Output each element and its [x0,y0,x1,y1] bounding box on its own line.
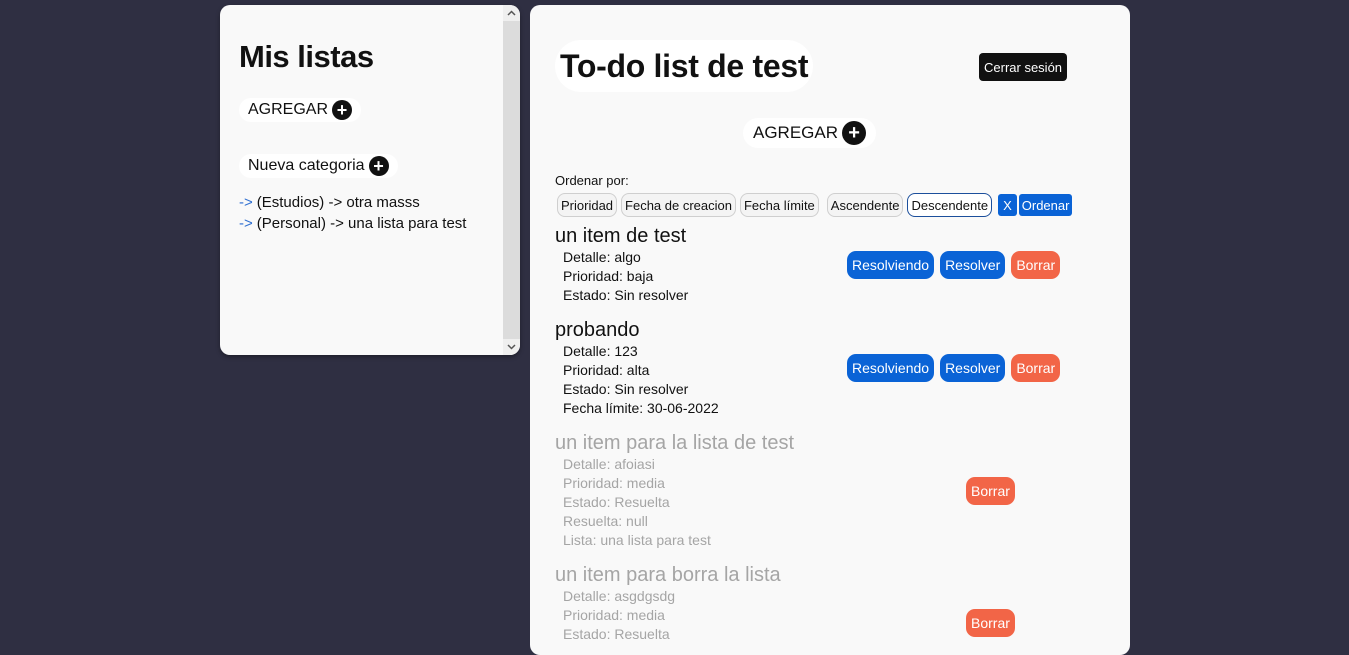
list-item-label: (Personal) -> una lista para test [256,215,467,232]
delete-button[interactable]: Borrar [1011,251,1061,279]
lists-sidebar: Mis listas AGREGAR + Nueva categoria + -… [220,5,520,355]
list-item[interactable]: -> (Estudios) -> otra masss [239,192,466,213]
arrow-icon: -> [239,215,253,232]
task-title: un item para borra la lista [555,564,781,586]
todo-list-panel: To-do list de test Cerrar sesión AGREGAR… [530,5,1130,655]
resolving-button[interactable]: Resolviendo [847,251,935,279]
new-category-button[interactable]: Nueva categoria + [239,154,398,178]
delete-button[interactable]: Borrar [966,477,1015,505]
scroll-up-icon[interactable] [503,5,520,21]
sort-priority-button[interactable]: Prioridad [557,193,618,217]
task-actions: Resolviendo Resolver Borrar [847,354,1061,382]
arrow-icon: -> [239,194,253,211]
page-title: To-do list de test [560,47,809,84]
resolve-button[interactable]: Resolver [940,354,1006,382]
sidebar-content: Mis listas AGREGAR + Nueva categoria + -… [220,5,503,355]
apply-sort-button[interactable]: Ordenar [1018,194,1073,216]
list-item-label: (Estudios) -> otra masss [256,194,420,211]
sort-ascending-button[interactable]: Ascendente [826,193,904,217]
task-title: un item de test [555,225,687,247]
task-status: Estado: Sin resolver [563,381,689,397]
task-title: un item para la lista de test [555,432,795,454]
scrollbar-thumb[interactable] [503,21,520,339]
add-task-button[interactable]: AGREGAR + [743,118,877,148]
lists-menu: -> (Estudios) -> otra masss -> (Personal) … [239,192,466,234]
task-resolved-date: Resuelta: null [563,513,648,529]
resolving-button[interactable]: Resolviendo [847,354,935,382]
add-list-button[interactable]: AGREGAR + [239,98,362,122]
plus-circle-icon: + [842,121,867,145]
page-title-container: To-do list de test [555,40,814,92]
logout-button[interactable]: Cerrar sesión [979,53,1068,81]
sort-created-date-button[interactable]: Fecha de creacion [621,193,736,217]
task-actions: Borrar [966,609,1015,637]
task-actions: Borrar [966,477,1015,505]
delete-button[interactable]: Borrar [1011,354,1061,382]
task-due-date: Fecha límite: 30-06-2022 [563,400,719,416]
scroll-down-icon[interactable] [503,339,520,355]
delete-button[interactable]: Borrar [966,609,1015,637]
resolve-button[interactable]: Resolver [940,251,1006,279]
list-item[interactable]: -> (Personal) -> una lista para test [239,213,466,234]
clear-sort-button[interactable]: X [998,194,1017,216]
sort-options: Prioridad Fecha de creacion Fecha límite… [557,193,1073,217]
plus-circle-icon: + [332,100,353,120]
sort-descending-button[interactable]: Descendente [907,193,993,217]
sort-label: Ordenar por: [555,173,629,188]
task-actions: Resolviendo Resolver Borrar [847,251,1061,279]
sidebar-scrollbar[interactable] [503,5,520,355]
task-status: Estado: Sin resolver [563,287,689,303]
task-detail: Detalle: afoiasi [563,456,655,472]
plus-circle-icon: + [368,156,389,176]
task-list: Lista: una lista para test [563,532,711,548]
add-list-label: AGREGAR [248,101,329,118]
sort-due-date-button[interactable]: Fecha límite [739,193,819,217]
task-title: probando [555,319,640,341]
sidebar-title: Mis listas [239,39,374,74]
add-task-label: AGREGAR [753,123,839,142]
task-detail: Detalle: asgdgsdg [563,588,676,604]
new-category-label: Nueva categoria [248,157,365,174]
